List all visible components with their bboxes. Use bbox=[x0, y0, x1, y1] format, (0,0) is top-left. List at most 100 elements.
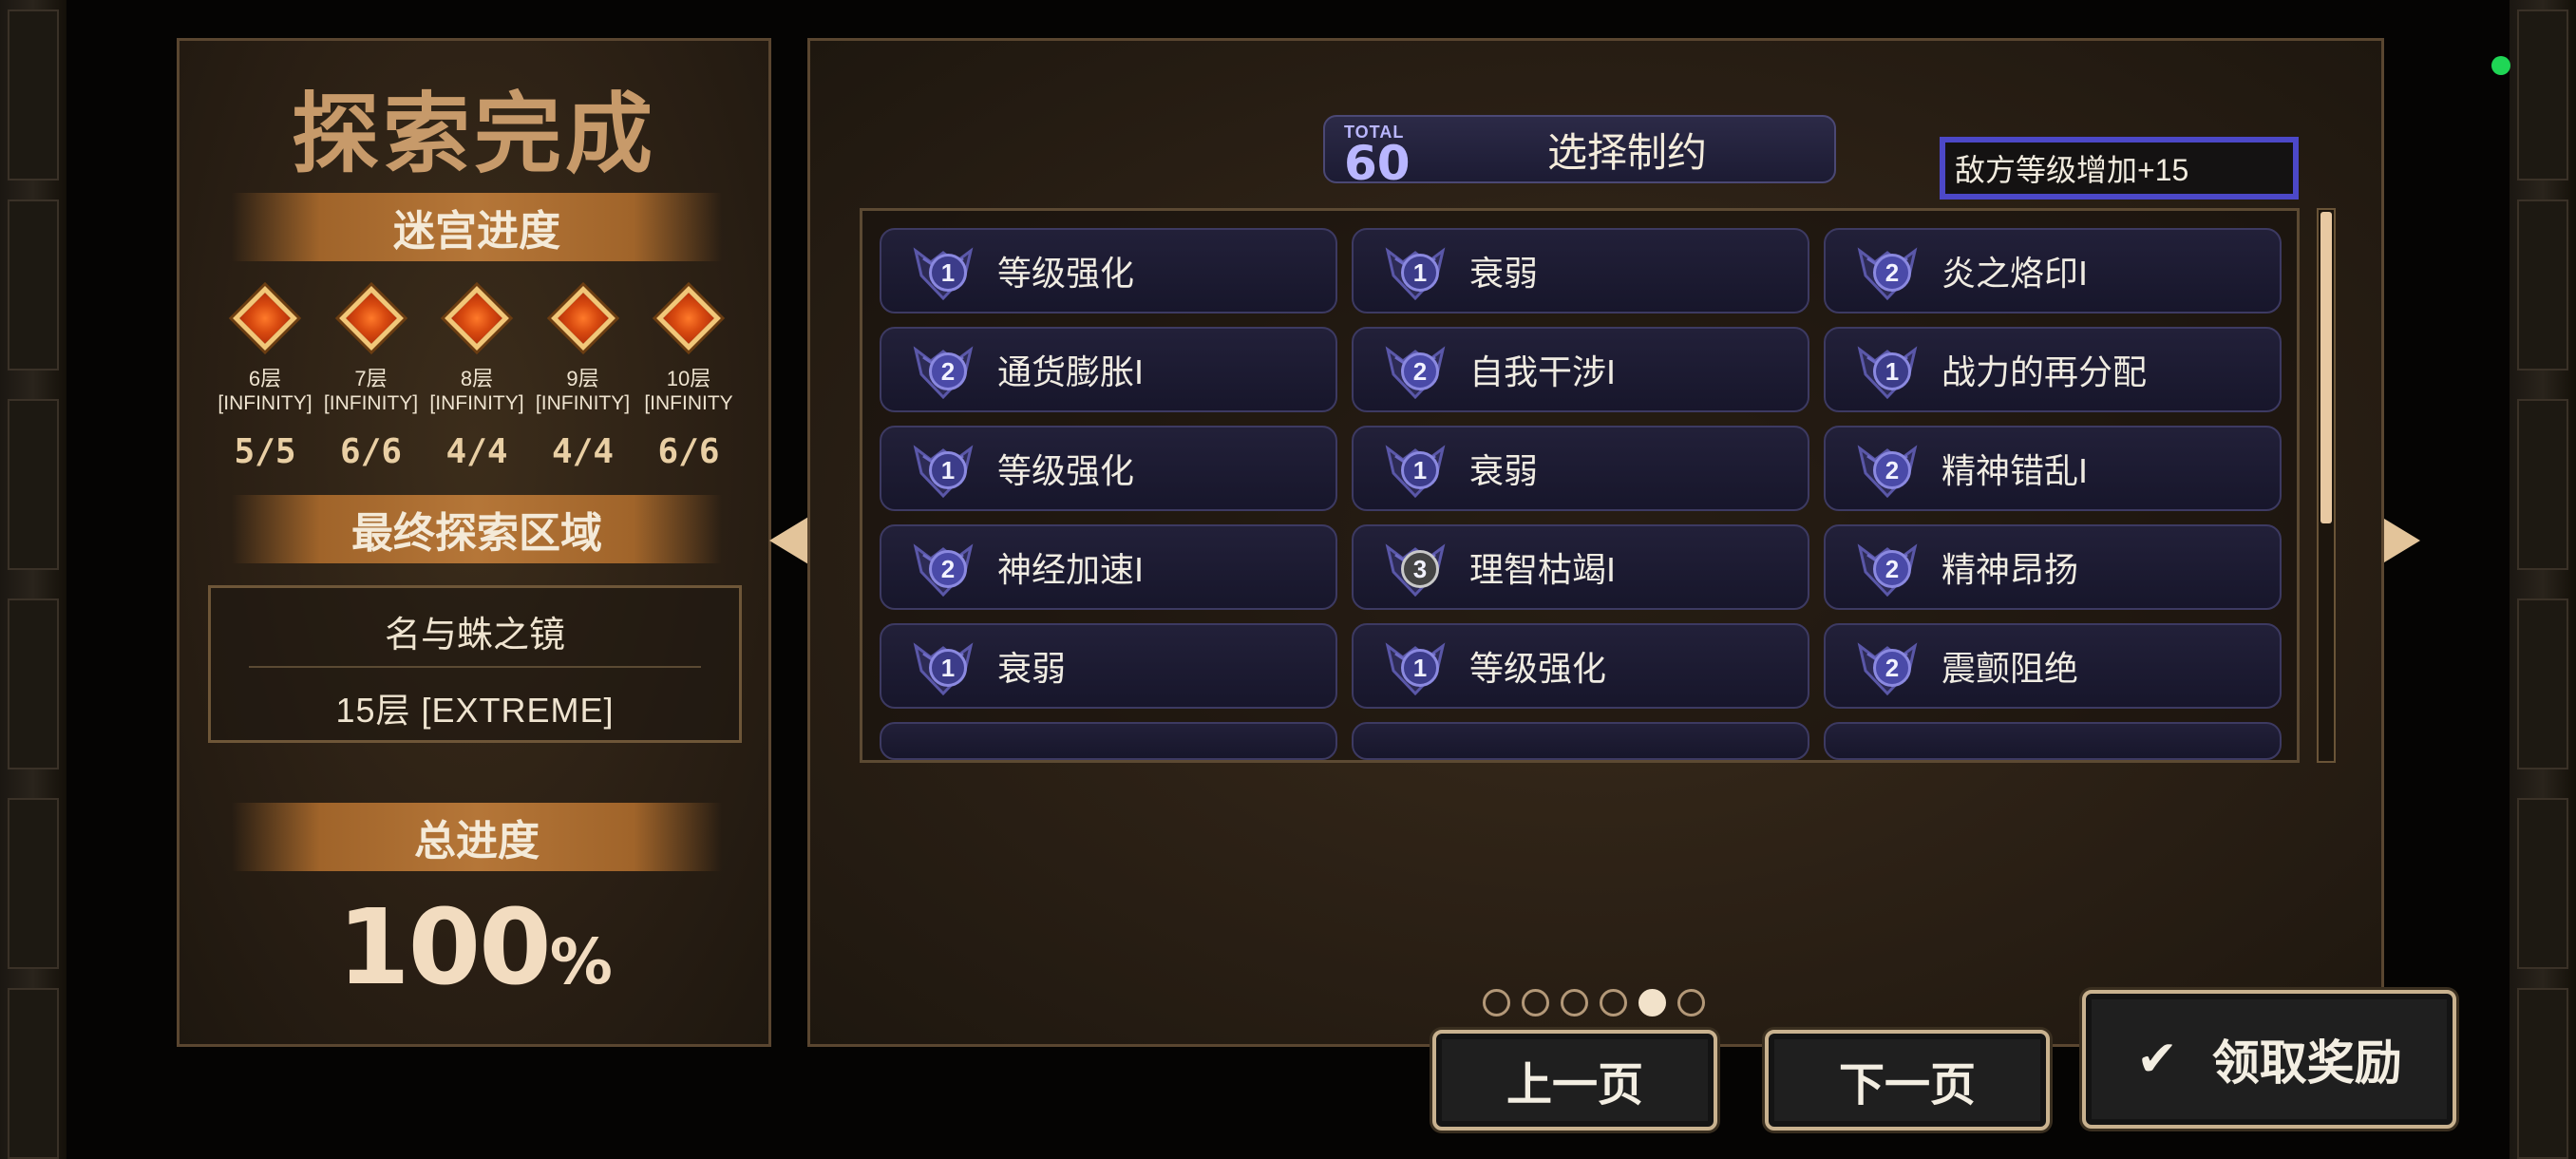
restriction-label: 战力的再分配 bbox=[1941, 352, 2148, 391]
page-dot[interactable] bbox=[1677, 989, 1705, 1016]
divider bbox=[249, 666, 701, 668]
restriction-level-badge: 1 bbox=[929, 649, 967, 687]
restriction-card[interactable]: 2 震颤阻绝 bbox=[1824, 623, 2282, 709]
restriction-card[interactable]: 1 等级强化 bbox=[1352, 623, 1809, 709]
restriction-card[interactable]: 3 理智枯竭I bbox=[1352, 524, 1809, 610]
restriction-card[interactable]: 1 衰弱 bbox=[1352, 426, 1809, 511]
restriction-card[interactable]: 1 衰弱 bbox=[880, 623, 1337, 709]
exploration-summary-panel: 探索完成 迷宫进度 6层 [INFINITY] 5/5 7层 [INFINITY… bbox=[177, 38, 771, 1047]
floor-count: 4/4 bbox=[551, 432, 615, 471]
restriction-label: 震颤阻绝 bbox=[1941, 649, 2079, 688]
restriction-label: 等级强化 bbox=[1469, 649, 1607, 688]
restriction-grid-frame[interactable]: 1 等级强化 1 衰弱 2 炎之烙印I 2 通货膨胀I 2 自我干涉I 1 战力的再分配 1 等级强化 1 衰… bbox=[860, 208, 2300, 763]
restriction-title: 选择制约 bbox=[1546, 129, 1707, 175]
left-frame-bar bbox=[0, 0, 66, 1159]
restriction-level-badge: 1 bbox=[929, 451, 967, 489]
floor-item: 10层 [INFINITY 6/6 bbox=[637, 280, 740, 508]
restriction-level-badge: 1 bbox=[1401, 451, 1439, 489]
total-progress-number: 100 bbox=[337, 886, 552, 1008]
floor-item: 8层 [INFINITY] 4/4 bbox=[426, 280, 528, 508]
restriction-label: 等级强化 bbox=[997, 451, 1135, 490]
floor-diamond-icon bbox=[550, 286, 616, 351]
total-progress-banner: 总进度 bbox=[232, 803, 722, 871]
restriction-grid: 1 等级强化 1 衰弱 2 炎之烙印I 2 通货膨胀I 2 自我干涉I 1 战力的再分配 1 等级强化 1 衰… bbox=[880, 228, 2285, 760]
restriction-level-badge: 2 bbox=[929, 550, 967, 588]
floor-name: 9层 bbox=[566, 367, 599, 390]
floor-mode: [INFINITY] bbox=[218, 392, 313, 414]
final-area-box: 名与蛛之镜 15层 [EXTREME] bbox=[208, 585, 742, 743]
next-page-button[interactable]: 下一页 bbox=[1765, 1030, 2050, 1130]
restriction-card[interactable]: 2 自我干涉I bbox=[1352, 327, 1809, 412]
page-dot[interactable] bbox=[1522, 989, 1549, 1016]
floor-item: 9层 [INFINITY] 4/4 bbox=[532, 280, 635, 508]
floor-name: 8层 bbox=[460, 367, 494, 390]
restriction-label: 衰弱 bbox=[997, 649, 1067, 688]
floor-name: 10层 bbox=[666, 367, 711, 390]
restriction-label: 精神错乱I bbox=[1941, 451, 2089, 490]
restriction-level-badge: 1 bbox=[1401, 649, 1439, 687]
restriction-label: 精神昂扬 bbox=[1941, 550, 2079, 589]
floor-diamond-icon bbox=[338, 286, 404, 351]
page-dot[interactable] bbox=[1483, 989, 1510, 1016]
checkmark-icon: ✔ bbox=[2136, 1032, 2178, 1087]
page-dot[interactable] bbox=[1600, 989, 1627, 1016]
restriction-label: 炎之烙印I bbox=[1941, 254, 2089, 293]
restriction-card[interactable]: 2 精神昂扬 bbox=[1824, 524, 2282, 610]
floor-progress-list: 6层 [INFINITY] 5/5 7层 [INFINITY] 6/6 8层 [… bbox=[214, 280, 740, 508]
restriction-label: 理智枯竭I bbox=[1469, 550, 1617, 589]
restriction-card-partial[interactable] bbox=[880, 722, 1337, 760]
restriction-level-badge: 2 bbox=[929, 352, 967, 390]
restriction-label: 衰弱 bbox=[1469, 254, 1539, 293]
floor-diamond-icon bbox=[445, 286, 509, 351]
floor-name: 7层 bbox=[354, 367, 388, 390]
restriction-card-partial[interactable] bbox=[1824, 722, 2282, 760]
total-points-badge: TOTAL 60 bbox=[1344, 123, 1411, 191]
scroll-thumb[interactable] bbox=[2320, 212, 2332, 523]
restriction-card[interactable]: 1 等级强化 bbox=[880, 228, 1337, 314]
floor-mode: [INFINITY] bbox=[429, 392, 524, 414]
page-dot[interactable] bbox=[1638, 989, 1666, 1016]
restriction-card[interactable]: 2 炎之烙印I bbox=[1824, 228, 2282, 314]
exploration-complete-title: 探索完成 bbox=[291, 84, 656, 185]
right-frame-bar bbox=[2510, 0, 2576, 1159]
restriction-scrollbar[interactable] bbox=[2317, 208, 2336, 763]
restriction-tooltip: 敌方等级增加+15 bbox=[1940, 137, 2299, 200]
restriction-card[interactable]: 1 战力的再分配 bbox=[1824, 327, 2282, 412]
restriction-label: 自我干涉I bbox=[1469, 352, 1617, 391]
restriction-card[interactable]: 2 通货膨胀I bbox=[880, 327, 1337, 412]
total-value: 60 bbox=[1344, 136, 1411, 191]
final-area-name: 名与蛛之镜 bbox=[384, 616, 565, 656]
floor-count: 4/4 bbox=[445, 432, 508, 471]
restriction-card[interactable]: 2 精神错乱I bbox=[1824, 426, 2282, 511]
restriction-level-badge: 2 bbox=[1873, 254, 1911, 292]
restriction-label: 通货膨胀I bbox=[997, 352, 1145, 391]
floor-count: 5/5 bbox=[234, 432, 296, 471]
floor-name: 6层 bbox=[248, 367, 282, 390]
floor-diamond-icon bbox=[233, 286, 297, 351]
restriction-card-partial[interactable] bbox=[1352, 722, 1809, 760]
restriction-label: 等级强化 bbox=[997, 254, 1135, 293]
page-dot[interactable] bbox=[1561, 989, 1588, 1016]
floor-count: 6/6 bbox=[339, 432, 403, 471]
restriction-level-badge: 2 bbox=[1873, 649, 1911, 687]
maze-progress-banner: 迷宫进度 bbox=[232, 193, 722, 261]
claim-reward-button[interactable]: ✔ 领取奖励 bbox=[2082, 990, 2456, 1129]
restriction-level-badge: 2 bbox=[1873, 451, 1911, 489]
floor-count: 6/6 bbox=[657, 432, 720, 471]
floor-item: 6层 [INFINITY] 5/5 bbox=[214, 280, 316, 508]
restriction-card[interactable]: 1 等级强化 bbox=[880, 426, 1337, 511]
status-indicator-dot bbox=[2491, 56, 2510, 75]
restriction-level-badge: 2 bbox=[1401, 352, 1439, 390]
floor-mode: [INFINITY] bbox=[535, 392, 631, 414]
final-area-floor: 15层 [EXTREME] bbox=[335, 691, 615, 730]
restriction-level-badge: 3 bbox=[1401, 550, 1439, 588]
restriction-card[interactable]: 1 衰弱 bbox=[1352, 228, 1809, 314]
restriction-level-badge: 1 bbox=[929, 254, 967, 292]
prev-page-button[interactable]: 上一页 bbox=[1432, 1030, 1717, 1130]
restriction-level-badge: 1 bbox=[1873, 352, 1911, 390]
floor-diamond-icon bbox=[656, 286, 721, 351]
restriction-select-panel: TOTAL 60 选择制约 敌方等级增加+15 1 等级强化 1 衰弱 2 炎之烙印I 2 通… bbox=[807, 38, 2384, 1047]
restriction-card[interactable]: 2 神经加速I bbox=[880, 524, 1337, 610]
restriction-level-badge: 2 bbox=[1873, 550, 1911, 588]
restriction-label: 神经加速I bbox=[997, 550, 1145, 589]
